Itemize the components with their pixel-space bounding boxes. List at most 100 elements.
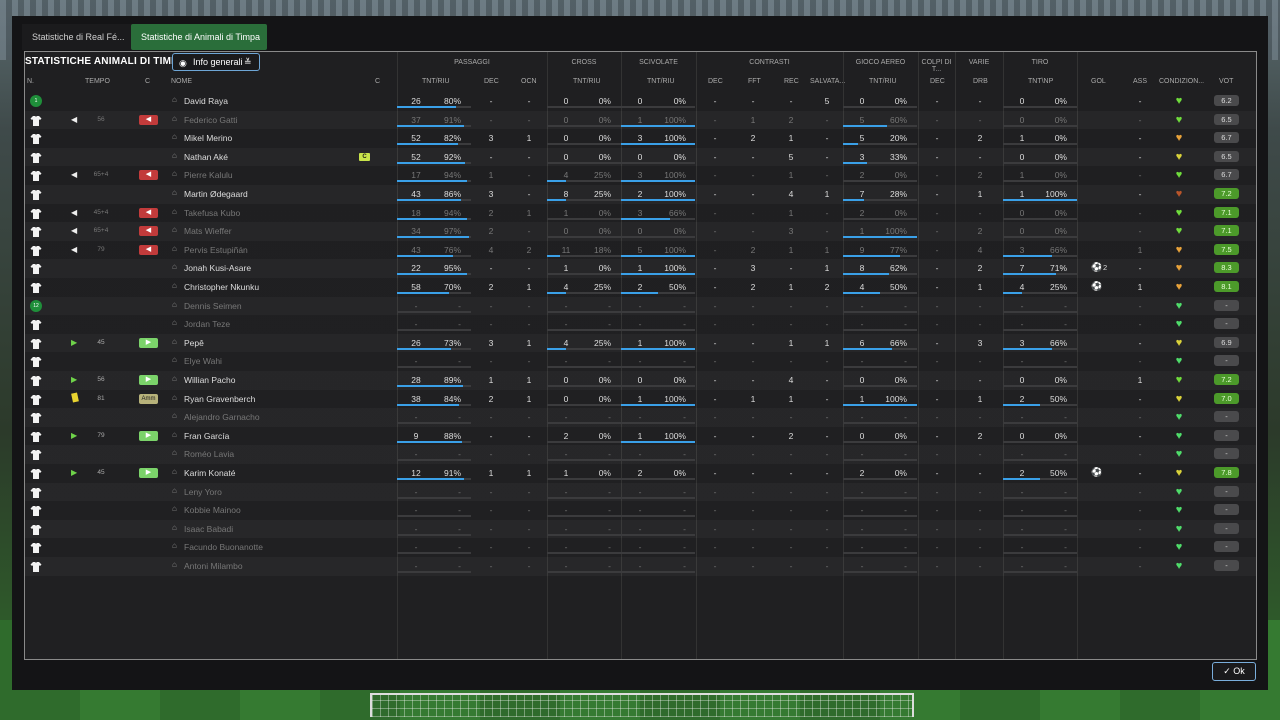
- col-header-pass-dec[interactable]: DEC: [484, 78, 499, 85]
- contrasti-dec: -: [713, 151, 717, 162]
- contrasti-salvata: -: [825, 542, 829, 553]
- player-name[interactable]: Roméo Lavia: [184, 445, 234, 463]
- passes-bar: [397, 292, 471, 294]
- col-header-c[interactable]: C: [145, 78, 150, 85]
- table-row[interactable]: ⌂ Christopher Nkunku 58 70% 2 1 4 25% 2 50% -2 1 2 4 5…: [25, 278, 1256, 297]
- col-header-ass[interactable]: ASS: [1133, 78, 1147, 85]
- table-row[interactable]: 12 ⌂ Dennis Seimen - - - - - - - - - - - - - - - - - - - ♥ -: [25, 297, 1256, 316]
- contrasti-salvata: -: [825, 393, 829, 404]
- player-name[interactable]: Facundo Buonanotte: [184, 538, 263, 556]
- shots-bar: [1003, 459, 1077, 462]
- player-name[interactable]: Jordan Teze: [184, 315, 230, 333]
- col-header-pass-ocn[interactable]: OCN: [521, 78, 537, 85]
- table-row[interactable]: ⌂ Leny Yoro - - - - - - - - - - - - - - - - - - - ♥ -: [25, 483, 1256, 502]
- table-row[interactable]: ⌂ Facundo Buonanotte - - - - - - - - - - - - - - - - - - - ♥ -: [25, 538, 1256, 557]
- rating-badge: 7.1: [1214, 206, 1239, 218]
- col-header-gol[interactable]: GOL: [1091, 78, 1106, 85]
- player-name[interactable]: Willian Pacho: [184, 371, 236, 389]
- table-row[interactable]: 1 ⌂ David Raya 26 80% - -0 0% 0 0% - - -5 0 0% - -0 0% - ♥ 6…: [25, 92, 1256, 111]
- col-header-contrasti-rec[interactable]: REC: [784, 78, 799, 85]
- col-header-tiro-tnt[interactable]: TNT\NP: [1028, 78, 1053, 85]
- player-name[interactable]: Martin Ødegaard: [184, 185, 248, 203]
- col-header-contrasti-dec[interactable]: DEC: [708, 78, 723, 85]
- player-name[interactable]: Elye Wahi: [184, 352, 222, 370]
- table-row[interactable]: ◀ ◀ 65+4 ⌂ Pierre Kalulu 17 94% 1-4 25% 3 100% - -1-…: [25, 166, 1256, 185]
- col-header-contrasti-fft[interactable]: FFT: [748, 78, 761, 85]
- col-header-vot[interactable]: VOT: [1219, 78, 1233, 85]
- col-header-c2[interactable]: C: [375, 78, 380, 85]
- tackles-bar: [621, 161, 695, 164]
- table-row[interactable]: ◀ ◀ 45+4 ⌂ Takefusa Kubo 18 94% 2 1 1 0% 3 66% - -1-2 0…: [25, 204, 1256, 223]
- player-name[interactable]: Isaac Babadi: [184, 520, 233, 538]
- col-header-pass-tnt[interactable]: TNT/RIU: [422, 78, 450, 85]
- col-header-scivolate-tnt[interactable]: TNT/RIU: [647, 78, 675, 85]
- table-row[interactable]: ◀ ◀ 79 ⌂ Pervis Estupiñán 43 76% 4 2 11 18% 5 100% -2…: [25, 241, 1256, 260]
- player-name[interactable]: Ryan Gravenberch: [184, 390, 255, 408]
- player-name[interactable]: Leny Yoro: [184, 483, 222, 501]
- table-row[interactable]: ⌂ Roméo Lavia - - - - - - - - - - - - - - - - - - - ♥ -: [25, 445, 1256, 464]
- player-name[interactable]: Karim Konaté: [184, 464, 236, 482]
- table-row[interactable]: Amm 81 ⌂ Ryan Gravenberch 38 84% 2 1 0 0% 1 100% -1 1…: [25, 390, 1256, 409]
- aerial-bar: [843, 217, 917, 220]
- col-header-number[interactable]: N.: [27, 78, 34, 85]
- tackles-bar-fill: [621, 292, 658, 294]
- table-row[interactable]: ⌂ Alejandro Garnacho - - - - - - - - - - - - - - - - - - - ♥ -: [25, 408, 1256, 427]
- view-dropdown[interactable]: ◉ Info generali ≚: [172, 53, 260, 71]
- player-name[interactable]: Christopher Nkunku: [184, 278, 259, 296]
- header-dec: -: [935, 561, 939, 571]
- header-dec: -: [935, 468, 939, 478]
- player-name[interactable]: David Raya: [184, 92, 228, 110]
- table-row[interactable]: ⌂ Martin Ødegaard 43 86% 3-8 25% 2 100% - -4 1 7 28%…: [25, 185, 1256, 204]
- table-row[interactable]: ⌂ Mikel Merino 52 82% 3 1 0 0% 3 100% -2 1-5 20% -2 1 0…: [25, 129, 1256, 148]
- passes-bar: [397, 422, 471, 425]
- table-row[interactable]: ⌂ Jordan Teze - - - - - - - - - - - - - - - - - - - ♥ -: [25, 315, 1256, 334]
- player-name[interactable]: Pepê: [184, 334, 204, 352]
- rating-badge: -: [1214, 485, 1239, 497]
- aerial-bar-fill: [843, 254, 900, 257]
- col-header-condizione[interactable]: CONDIZION...: [1159, 78, 1204, 85]
- shots-bar: [1003, 199, 1077, 201]
- player-name[interactable]: Nathan Aké: [184, 148, 228, 166]
- table-row[interactable]: ⌂ Elye Wahi - - - - - - - - - - - - - - - - - - - ♥ -: [25, 352, 1256, 371]
- header-dec: -: [935, 151, 939, 162]
- player-name[interactable]: Pierre Kalulu: [184, 166, 233, 184]
- player-name[interactable]: Alejandro Garnacho: [184, 408, 260, 426]
- player-name[interactable]: Antoni Milambo: [184, 557, 243, 575]
- passes-dec: 3: [488, 133, 494, 144]
- table-row[interactable]: ◀ ◀ 56 ⌂ Federico Gatti 37 91% - -0 0% 1 100% -1 2-5 6…: [25, 111, 1256, 130]
- player-name[interactable]: Dennis Seimen: [184, 297, 242, 315]
- player-name[interactable]: Jonah Kusi-Asare: [184, 259, 251, 277]
- table-row[interactable]: ⌂ Isaac Babadi - - - - - - - - - - - - - - - - - - - ♥ -: [25, 520, 1256, 539]
- col-header-contrasti-salvata[interactable]: SALVATA...: [810, 78, 845, 85]
- player-name[interactable]: Mats Wieffer: [184, 222, 232, 240]
- player-name[interactable]: Takefusa Kubo: [184, 204, 240, 222]
- contrasti-rec: 1: [788, 207, 794, 218]
- table-row[interactable]: ▶ ▶ 45 ⌂ Karim Konaté 12 91% 1 1 1 0% 2 0% - - - -2 0% - -2…: [25, 464, 1256, 483]
- player-name[interactable]: Mikel Merino: [184, 129, 232, 147]
- player-name[interactable]: Kobbie Mainoo: [184, 501, 241, 519]
- table-row[interactable]: ⌂ Antoni Milambo - - - - - - - - - - - - - - - - - - - ♥ -: [25, 557, 1256, 576]
- player-name[interactable]: Fran García: [184, 427, 229, 445]
- dribbles: -: [978, 319, 982, 330]
- tab-animali-di-timpa-stats[interactable]: Statistiche di Animali di Timpa: [131, 24, 267, 50]
- player-name[interactable]: Federico Gatti: [184, 111, 237, 129]
- table-row[interactable]: ⌂ Kobbie Mainoo - - - - - - - - - - - - - - - - - - - ♥ -: [25, 501, 1256, 520]
- col-header-drb[interactable]: DRB: [973, 78, 988, 85]
- col-header-tempo[interactable]: TEMPO: [85, 78, 110, 85]
- ok-button[interactable]: ✓ Ok: [1212, 662, 1256, 681]
- table-row[interactable]: ⌂ Nathan Aké C 52 92% - -0 0% 0 0% - -5-3 33% - -0 0% - ♥…: [25, 148, 1256, 167]
- table-row[interactable]: ▶ ▶ 45 ⌂ Pepê 26 73% 3 1 4 25% 1 100% - -1 1 6 66% -3 3 66% -…: [25, 334, 1256, 353]
- table-row[interactable]: ⌂ Jonah Kusi-Asare 22 95% - -1 0% 1 100% -3-1 8 62%…: [25, 259, 1256, 278]
- col-header-cross-tnt[interactable]: TNT/RIU: [573, 78, 601, 85]
- aerial-bar-fill: [843, 347, 892, 350]
- col-header-aereo-tnt[interactable]: TNT/RIU: [869, 78, 897, 85]
- condition-heart-icon: ♥: [1175, 429, 1183, 442]
- tackles-bar: [621, 533, 695, 536]
- table-row[interactable]: ▶ ▶ 56 ⌂ Willian Pacho 28 89% 1 1 0 0% 0 0% - -4-0 0% - -…: [25, 371, 1256, 390]
- table-row[interactable]: ◀ ◀ 65+4 ⌂ Mats Wieffer 34 97% 2-0 0% 0 0% - -3-1 100…: [25, 222, 1256, 241]
- col-header-testa-dec[interactable]: DEC: [930, 78, 945, 85]
- table-row[interactable]: ▶ ▶ 79 ⌂ Fran García 9 88% - -2 0% 1 100% - -2-0 0% -2 0…: [25, 427, 1256, 446]
- player-name[interactable]: Pervis Estupiñán: [184, 241, 248, 259]
- col-header-nome[interactable]: NOME: [171, 78, 192, 85]
- tab-real-team-stats[interactable]: Statistiche di Real Fé...: [22, 24, 132, 50]
